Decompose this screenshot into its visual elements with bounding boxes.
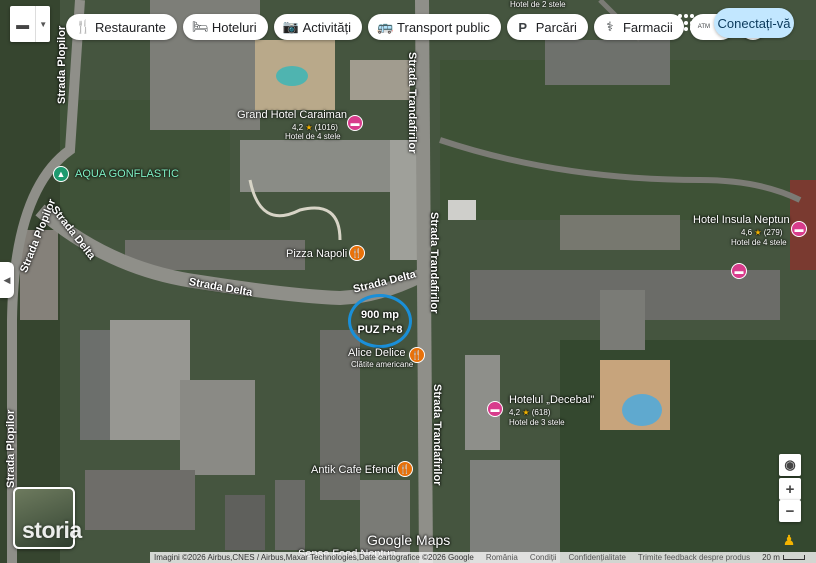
chip-label: Restaurante (95, 19, 166, 35)
place-name-decebal: Hotelul „Decebal" (509, 394, 595, 406)
place-name-antik: Antik Cafe Efendi (311, 464, 396, 476)
chip-activitati[interactable]: 📷 Activități (273, 14, 363, 40)
imagery-attribution: Imagini ©2026 Airbus,CNES / Airbus,Maxar… (154, 553, 474, 562)
scale-bar-icon (782, 555, 805, 560)
layers-button[interactable]: ▬ ▼ (10, 6, 50, 42)
bed-icon: ▬ (734, 266, 744, 276)
fork-knife-icon: 🍴 (411, 349, 423, 360)
place-category-insula: Hotel de 4 stele (731, 238, 787, 247)
bed-icon: ▬ (794, 224, 804, 234)
chip-transport-public[interactable]: 🚌 Transport public (368, 14, 501, 40)
plot-zoning-label: PUZ P+8 (357, 324, 403, 336)
food-pin-antik[interactable]: 🍴 (397, 461, 413, 477)
chip-label: Transport public (397, 19, 490, 35)
sign-in-button[interactable]: Conectați-vă (714, 8, 794, 38)
chip-farmacii[interactable]: ⚕ Farmacii (593, 14, 684, 40)
storia-watermark: storia (22, 517, 82, 543)
street-label-plopilor-bottom: Strada Plopilor (5, 409, 17, 488)
rating-value: 4,2 (292, 123, 304, 132)
star-icon: ★ (522, 408, 530, 417)
fork-knife-icon: 🍴 (399, 463, 411, 474)
google-maps-logo: Google Maps (367, 532, 451, 548)
chevron-down-icon[interactable]: ▼ (35, 6, 50, 42)
chevron-left-icon: ◀ (3, 274, 11, 285)
review-count: (279) (763, 228, 783, 237)
street-label-trandafirilor-bottom: Strada Trandafirilor (431, 384, 443, 486)
footer-link-feedback[interactable]: Trimite feedback despre produs (638, 553, 750, 562)
bed-icon: ▬ (350, 118, 360, 128)
street-view-pegman-icon[interactable]: ♟ (781, 529, 797, 551)
place-category-grand-hotel: Hotel de 4 stele (285, 132, 341, 141)
chip-label: Hoteluri (211, 19, 257, 35)
collapse-side-panel-button[interactable]: ◀ (0, 262, 14, 298)
food-pin-pizza[interactable]: 🍴 (349, 245, 365, 261)
star-icon: ★ (305, 123, 313, 132)
footer-link-conditii[interactable]: Condiții (530, 553, 557, 562)
place-category-alice: Clătite americane (351, 360, 414, 369)
hotel-pin-decebal[interactable]: ▬ (487, 401, 503, 417)
map-scale[interactable]: 20 m (762, 553, 805, 562)
place-name-insula: Hotel Insula Neptun (693, 214, 790, 226)
place-category-cut-top: Hotel de 2 stele (510, 0, 566, 9)
location-target-icon: ◉ (784, 457, 796, 472)
tree-icon: ▲ (56, 169, 66, 179)
plus-icon: + (785, 480, 795, 498)
minus-icon: − (785, 502, 795, 520)
bed-icon: ▬ (490, 404, 500, 414)
camera-icon: 📷 (282, 19, 299, 34)
place-rating-decebal: 4,2 ★ (618) (509, 408, 550, 417)
hotel-pin-insula[interactable]: ▬ (791, 221, 807, 237)
place-rating-insula: 4,6 ★ (279) (741, 228, 782, 237)
footer-link-romania[interactable]: România (486, 553, 518, 562)
zoom-out-button[interactable]: − (779, 500, 801, 522)
chip-restaurante[interactable]: 🍴 Restaurante (66, 14, 177, 40)
chip-parcari[interactable]: P Parcări (506, 14, 588, 40)
atm-icon: ATM (697, 24, 711, 30)
rating-value: 4,6 (741, 228, 753, 237)
street-label-trandafirilor-top: Strada Trandafirilor (406, 52, 418, 154)
star-icon: ★ (754, 228, 762, 237)
my-location-button[interactable]: ◉ (779, 454, 801, 476)
fork-knife-icon: 🍴 (351, 247, 363, 258)
street-label-trandafirilor-mid: Strada Trandafirilor (428, 212, 440, 314)
place-name-grand-hotel: Grand Hotel Caraiman (237, 109, 348, 121)
hotel-pin-unlabeled[interactable]: ▬ (731, 263, 747, 279)
keyboard-icon: ▬ (16, 16, 30, 32)
category-chip-bar: 🍴 Restaurante 🛏 Hoteluri 📷 Activități 🚌 Tran… (66, 14, 766, 40)
place-name-pizza: Pizza Napoli (286, 248, 348, 260)
pharmacy-icon: ⚕ (606, 19, 614, 34)
street-label-plopilor-top: Strada Plopilor (56, 25, 68, 104)
bed-icon: 🛏 (191, 19, 209, 34)
chip-hoteluri[interactable]: 🛏 Hoteluri (182, 14, 268, 40)
chip-label: Farmacii (622, 19, 673, 35)
fork-knife-icon: 🍴 (75, 19, 92, 34)
place-name-aqua: AQUA GONFLASTIC (75, 168, 179, 180)
place-rating-grand-hotel: 4,2 ★ (1016) (292, 123, 338, 132)
parking-icon: P (518, 19, 528, 35)
bus-icon: 🚌 (377, 19, 394, 34)
activity-pin-aqua[interactable]: ▲ (53, 166, 69, 182)
hotel-pin-grand-hotel[interactable]: ▬ (347, 115, 363, 131)
place-category-decebal: Hotel de 3 stele (509, 418, 565, 427)
attribution-bar: Imagini ©2026 Airbus,CNES / Airbus,Maxar… (150, 552, 816, 563)
plot-area-label: 900 mp (361, 309, 399, 321)
zoom-in-button[interactable]: + (779, 478, 801, 500)
review-count: (1016) (314, 123, 338, 132)
scale-label: 20 m (762, 553, 780, 562)
rating-value: 4,2 (509, 408, 521, 417)
google-apps-icon[interactable] (678, 14, 696, 32)
chip-label: Parcări (535, 19, 577, 35)
food-pin-alice[interactable]: 🍴 (409, 347, 425, 363)
footer-link-confidentialitate[interactable]: Confidențialitate (569, 553, 626, 562)
review-count: (618) (531, 408, 551, 417)
plot-highlight-circle (348, 294, 412, 348)
place-name-alice: Alice Delice (348, 347, 406, 359)
chip-label: Activități (302, 19, 352, 35)
